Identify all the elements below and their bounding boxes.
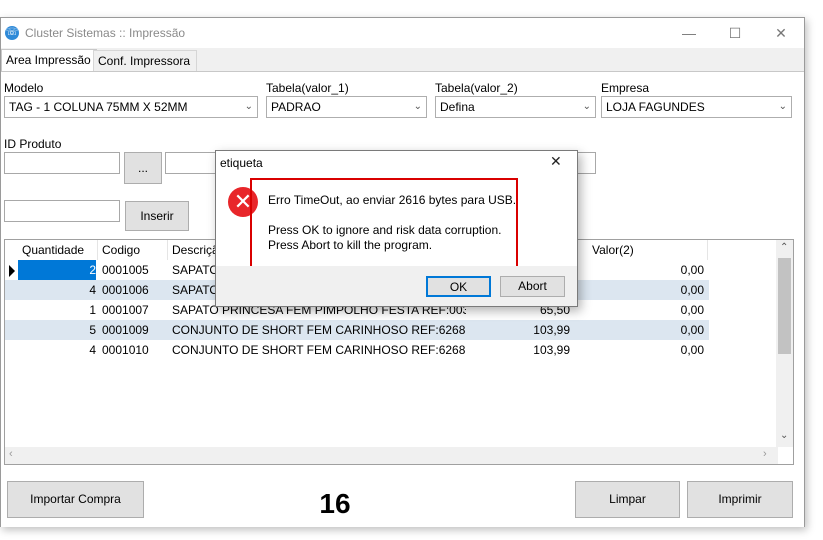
title-bar: ☏ Cluster Sistemas :: Impressão — ☐ ✕	[1, 18, 804, 48]
tabela1-label: Tabela(valor_1)	[266, 81, 349, 95]
column-header-codigo[interactable]: Codigo	[98, 240, 168, 260]
chevron-down-icon: ⌄	[244, 101, 253, 112]
valor2-cell[interactable]: 0,00	[588, 280, 704, 300]
vertical-scrollbar[interactable]: ⌃ ⌄	[776, 240, 793, 447]
table-row[interactable]: 4 0001010 CONJUNTO DE SHORT FEM CARINHOS…	[5, 340, 709, 360]
id-produto-input[interactable]	[4, 152, 120, 174]
column-header-quantidade[interactable]: Quantidade	[18, 240, 98, 260]
tabela2-label: Tabela(valor_2)	[435, 81, 518, 95]
codigo-cell[interactable]: 0001009	[102, 320, 168, 340]
quantidade-input[interactable]	[4, 200, 120, 222]
item-count: 16	[319, 488, 351, 519]
chevron-left-icon[interactable]: ‹	[9, 448, 13, 460]
tab-conf-impressora[interactable]: Conf. Impressora	[93, 50, 197, 71]
tab-area-impressao[interactable]: Area Impressão	[1, 49, 97, 72]
tabela1-select[interactable]: PADRAO ⌄	[266, 96, 427, 118]
window-title: Cluster Sistemas :: Impressão	[25, 26, 186, 40]
valor2-cell[interactable]: 0,00	[588, 300, 704, 320]
tabela2-value: Defina	[440, 100, 475, 114]
qtd-cell[interactable]: 4	[18, 340, 96, 360]
column-header-valor2[interactable]: Valor(2)	[588, 240, 708, 260]
table-row[interactable]: 5 0001009 CONJUNTO DE SHORT FEM CARINHOS…	[5, 320, 709, 340]
qtd-cell[interactable]: 1	[18, 300, 96, 320]
codigo-cell[interactable]: 0001007	[102, 300, 168, 320]
modelo-value: TAG - 1 COLUNA 75MM X 52MM	[9, 100, 188, 114]
close-button[interactable]: ✕	[758, 18, 804, 48]
tabela2-select[interactable]: Defina ⌄	[435, 96, 596, 118]
chevron-down-icon: ⌄	[778, 101, 787, 112]
limpar-button[interactable]: Limpar	[575, 481, 680, 518]
empresa-value: LOJA FAGUNDES	[606, 100, 705, 114]
valor1-cell[interactable]: 103,99	[488, 340, 570, 360]
chevron-down-icon: ⌄	[413, 101, 422, 112]
codigo-cell[interactable]: 0001005	[102, 260, 168, 280]
empresa-label: Empresa	[601, 81, 650, 95]
valor1-cell[interactable]: 103,99	[488, 320, 570, 340]
modelo-label: Modelo	[4, 81, 44, 95]
scroll-thumb[interactable]	[778, 258, 791, 354]
chevron-down-icon: ⌄	[582, 101, 591, 112]
qtd-cell[interactable]: 2	[18, 260, 96, 280]
imprimir-button[interactable]: Imprimir	[687, 481, 793, 518]
dialog-footer: OK Abort	[216, 266, 577, 306]
tabela1-value: PADRAO	[271, 100, 321, 114]
importar-compra-button[interactable]: Importar Compra	[7, 481, 144, 518]
dialog-message-line2: Press OK to ignore and risk data corrupt…	[268, 223, 502, 237]
codigo-cell[interactable]: 0001010	[102, 340, 168, 360]
dialog-title: etiqueta	[220, 156, 263, 170]
chevron-right-icon[interactable]: ›	[763, 448, 767, 460]
descricao-cell[interactable]: CONJUNTO DE SHORT FEM CARINHOSO REF:6268…	[172, 340, 466, 360]
dialog-close-button[interactable]: ✕	[550, 153, 562, 170]
inserir-button[interactable]: Inserir	[125, 201, 189, 231]
valor2-cell[interactable]: 0,00	[588, 340, 704, 360]
chevron-up-icon[interactable]: ⌃	[780, 242, 788, 253]
abort-button[interactable]: Abort	[500, 276, 565, 297]
dialog-message-line1: Erro TimeOut, ao enviar 2616 bytes para …	[268, 193, 517, 207]
ok-button[interactable]: OK	[426, 276, 491, 297]
error-dialog: etiqueta ✕ ✕ Erro TimeOut, ao enviar 261…	[215, 150, 578, 307]
minimize-button[interactable]: —	[666, 18, 712, 48]
horizontal-scrollbar[interactable]: ‹ ›	[5, 447, 778, 464]
dialog-message-line3: Press Abort to kill the program.	[268, 238, 433, 252]
descricao-cell[interactable]: CONJUNTO DE SHORT FEM CARINHOSO REF:6268…	[172, 320, 466, 340]
qtd-cell[interactable]: 4	[18, 280, 96, 300]
descricao-input[interactable]	[165, 152, 217, 174]
empresa-select[interactable]: LOJA FAGUNDES ⌄	[601, 96, 792, 118]
valor2-cell[interactable]: 0,00	[588, 260, 704, 280]
id-produto-label: ID Produto	[4, 137, 62, 151]
codigo-cell[interactable]: 0001006	[102, 280, 168, 300]
app-icon: ☏	[5, 26, 19, 40]
modelo-select[interactable]: TAG - 1 COLUNA 75MM X 52MM ⌄	[4, 96, 258, 118]
chevron-down-icon[interactable]: ⌄	[780, 430, 788, 441]
browse-button[interactable]: ...	[124, 152, 162, 184]
valor2-cell[interactable]: 0,00	[588, 320, 704, 340]
qtd-cell[interactable]: 5	[18, 320, 96, 340]
maximize-button[interactable]: ☐	[712, 18, 758, 48]
